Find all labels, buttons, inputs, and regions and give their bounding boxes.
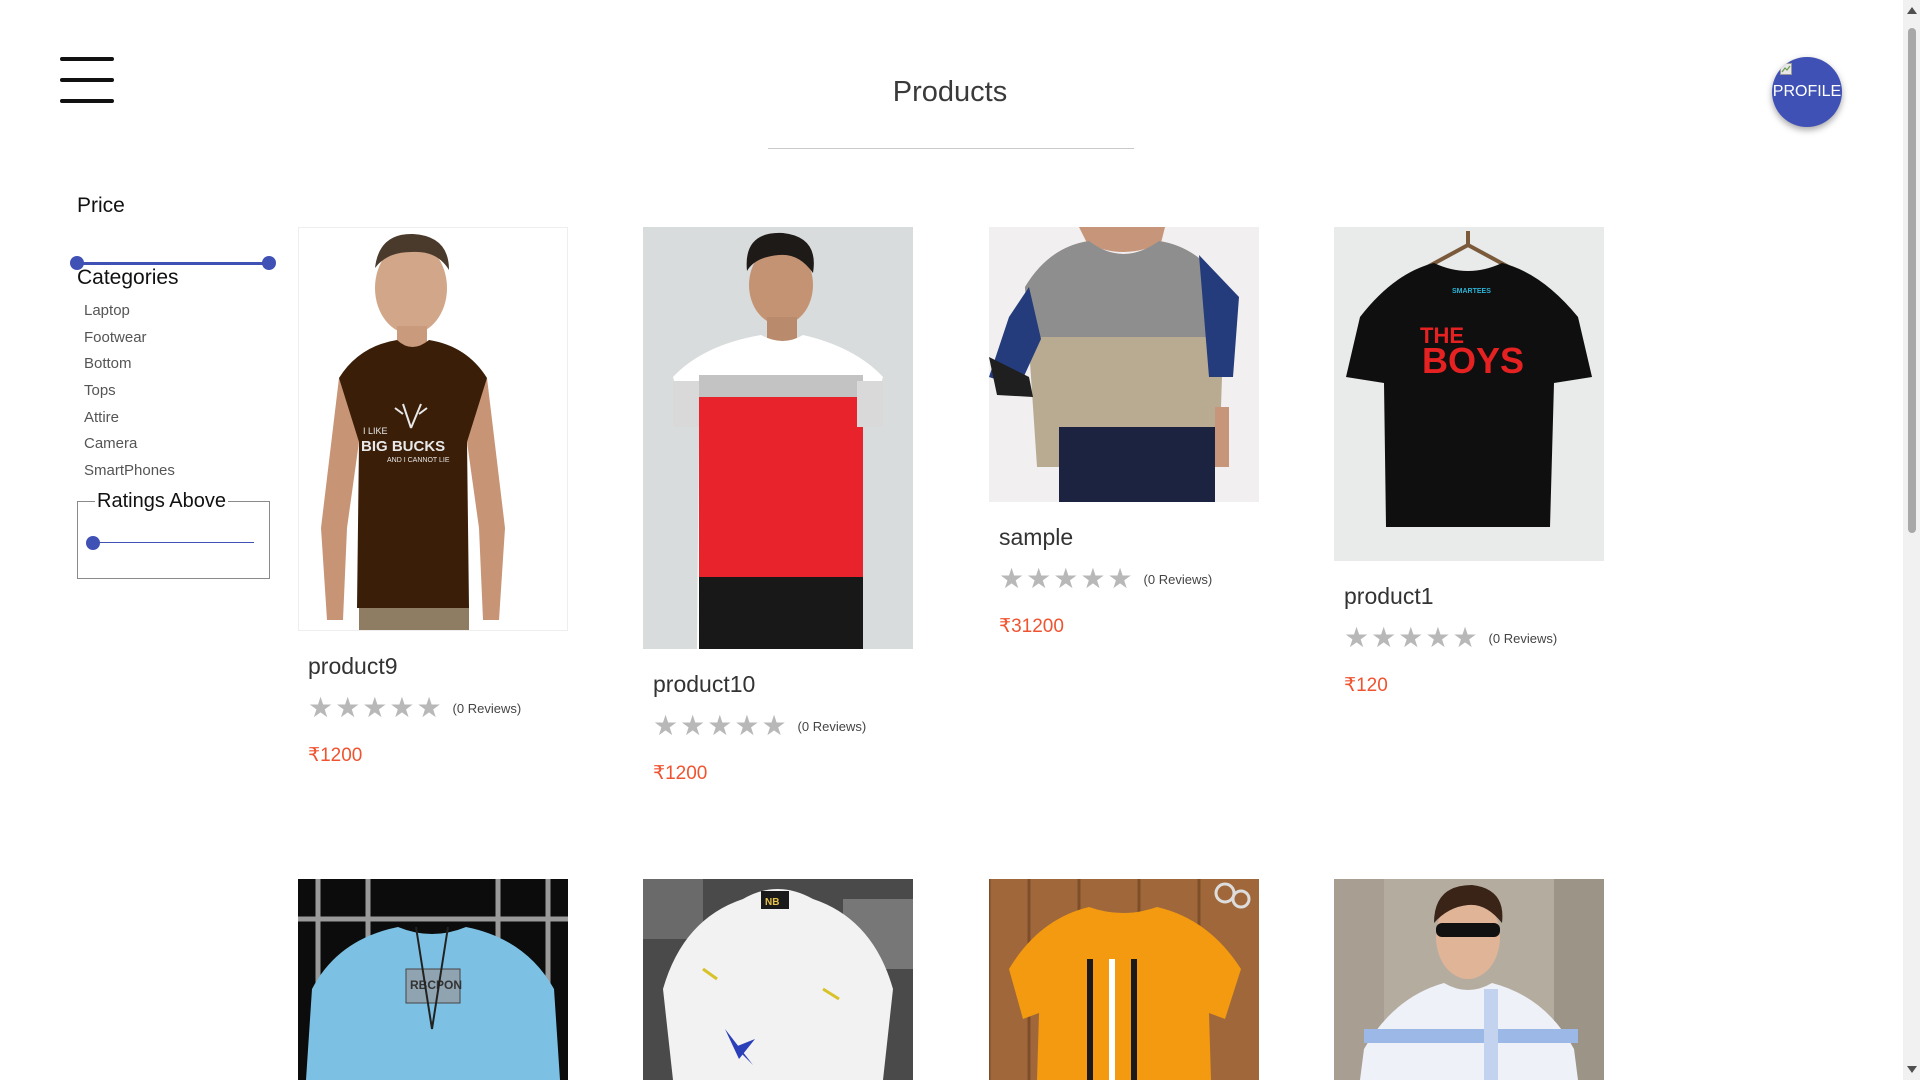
category-camera[interactable]: Camera: [84, 431, 175, 458]
star-icon: ★: [416, 692, 442, 723]
price-range-slider[interactable]: [70, 218, 287, 270]
tshirt-man-image: I LIKE BIG BUCKS AND I CANNOT LIE: [299, 228, 567, 630]
star-icon: ★: [362, 692, 388, 723]
price-heading: Price: [77, 194, 125, 217]
category-laptop[interactable]: Laptop: [84, 298, 175, 325]
star-icon: ★: [1107, 563, 1133, 594]
product-price: ₹31200: [999, 616, 1064, 637]
product-rating: ★ ★ ★ ★ ★ (0 Reviews): [653, 712, 913, 740]
product-rating: ★ ★ ★ ★ ★ (0 Reviews): [999, 565, 1259, 593]
filters-panel: Price Categories Laptop Footwear Bottom …: [70, 194, 287, 579]
review-count: (0 Reviews): [1143, 571, 1213, 587]
star-icon: ★: [999, 563, 1025, 594]
shirt-text: RBCPON: [410, 978, 462, 992]
star-icon: ★: [1080, 563, 1106, 594]
scroll-down-arrow-icon[interactable]: [1907, 1066, 1917, 1073]
tshirt-hanger-image: SMARTEES THE BOYS: [1334, 227, 1604, 561]
page-scrollbar[interactable]: [1903, 0, 1920, 1080]
product-card[interactable]: sample ★ ★ ★ ★ ★ (0 Reviews) ₹31200: [989, 227, 1259, 638]
ratings-slider-track[interactable]: [93, 542, 254, 543]
product-name[interactable]: product10: [653, 671, 913, 698]
profile-button[interactable]: PROFILE: [1772, 57, 1842, 127]
star-icon: ★: [389, 692, 415, 723]
star-icon: ★: [335, 692, 361, 723]
category-list: Laptop Footwear Bottom Tops Attire Camer…: [84, 298, 175, 485]
profile-label: PROFILE: [1772, 83, 1842, 100]
product-price: ₹120: [1344, 675, 1388, 696]
star-icon: ★: [1425, 622, 1451, 653]
product-card[interactable]: product10 ★ ★ ★ ★ ★ (0 Reviews) ₹1200: [643, 227, 913, 785]
product-name[interactable]: sample: [999, 524, 1259, 551]
price-slider-track[interactable]: [77, 262, 269, 265]
star-icon: ★: [1398, 622, 1424, 653]
product-image[interactable]: NB: [643, 879, 913, 1080]
scrollbar-thumb[interactable]: [1908, 28, 1916, 533]
product-rating: ★ ★ ★ ★ ★ (0 Reviews): [308, 694, 568, 722]
review-count: (0 Reviews): [797, 718, 867, 734]
product-image[interactable]: [989, 879, 1259, 1080]
categories-heading: Categories: [77, 266, 179, 289]
star-icon: ★: [308, 692, 334, 723]
review-count: (0 Reviews): [1488, 630, 1558, 646]
category-tops[interactable]: Tops: [84, 378, 175, 405]
sweatshirt-image: RBCPON: [298, 879, 568, 1080]
star-icon: ★: [1344, 622, 1370, 653]
review-count: (0 Reviews): [452, 700, 522, 716]
star-icon: ★: [707, 710, 733, 741]
product-card[interactable]: SMARTEES THE BOYS product1 ★ ★ ★ ★ ★ (0 Revi…: [1334, 227, 1604, 697]
product-card[interactable]: NB: [643, 879, 913, 1080]
product-card[interactable]: I LIKE BIG BUCKS AND I CANNOT LIE produc…: [298, 227, 568, 767]
ratings-heading: Ratings Above: [95, 490, 228, 513]
ratings-filter: Ratings Above: [77, 490, 270, 579]
product-image[interactable]: RBCPON: [298, 879, 568, 1080]
broken-image-icon: [1780, 63, 1792, 75]
star-icon: ★: [1026, 563, 1052, 594]
shirt-text-2: BOYS: [1422, 340, 1524, 381]
star-icon: ★: [734, 710, 760, 741]
scroll-up-arrow-icon[interactable]: [1907, 7, 1917, 14]
product-rating: ★ ★ ★ ★ ★ (0 Reviews): [1344, 624, 1604, 652]
product-image[interactable]: [643, 227, 913, 649]
product-image[interactable]: SMARTEES THE BOYS: [1334, 227, 1604, 561]
product-name[interactable]: product9: [308, 653, 568, 680]
shirt-brand: SMARTEES: [1452, 288, 1491, 295]
star-icon: ★: [1371, 622, 1397, 653]
shirt-text-2: BIG BUCKS: [361, 438, 445, 455]
product-image[interactable]: [1334, 879, 1604, 1080]
page-title: Products: [892, 76, 1008, 108]
product-price: ₹1200: [308, 745, 363, 766]
star-icon: ★: [653, 710, 679, 741]
title-divider: [768, 148, 1134, 149]
ratings-slider-thumb[interactable]: [86, 536, 100, 550]
product-card[interactable]: [1334, 879, 1604, 1080]
product-image[interactable]: [989, 227, 1259, 502]
price-slider-max-thumb[interactable]: [262, 256, 276, 270]
product-card[interactable]: RBCPON: [298, 879, 568, 1080]
star-icon: ★: [1053, 563, 1079, 594]
hoodie-image: NB: [643, 879, 913, 1080]
orange-tshirt-image: [989, 879, 1259, 1080]
star-icon: ★: [1452, 622, 1478, 653]
shirt-text-1: I LIKE: [363, 426, 388, 436]
tshirt-man-image: [989, 227, 1259, 502]
tshirt-man-image: [643, 227, 913, 649]
product-price: ₹1200: [653, 763, 708, 784]
shirt-text-3: AND I CANNOT LIE: [387, 457, 450, 464]
star-icon: ★: [680, 710, 706, 741]
product-card[interactable]: [989, 879, 1259, 1080]
polo-man-image: [1334, 879, 1604, 1080]
category-bottom[interactable]: Bottom: [84, 351, 175, 378]
star-icon: ★: [761, 710, 787, 741]
category-smartphones[interactable]: SmartPhones: [84, 458, 175, 485]
hoodie-tag: NB: [765, 897, 779, 908]
product-name[interactable]: product1: [1344, 583, 1604, 610]
category-footwear[interactable]: Footwear: [84, 325, 175, 352]
category-attire[interactable]: Attire: [84, 405, 175, 432]
product-image[interactable]: I LIKE BIG BUCKS AND I CANNOT LIE: [298, 227, 568, 631]
